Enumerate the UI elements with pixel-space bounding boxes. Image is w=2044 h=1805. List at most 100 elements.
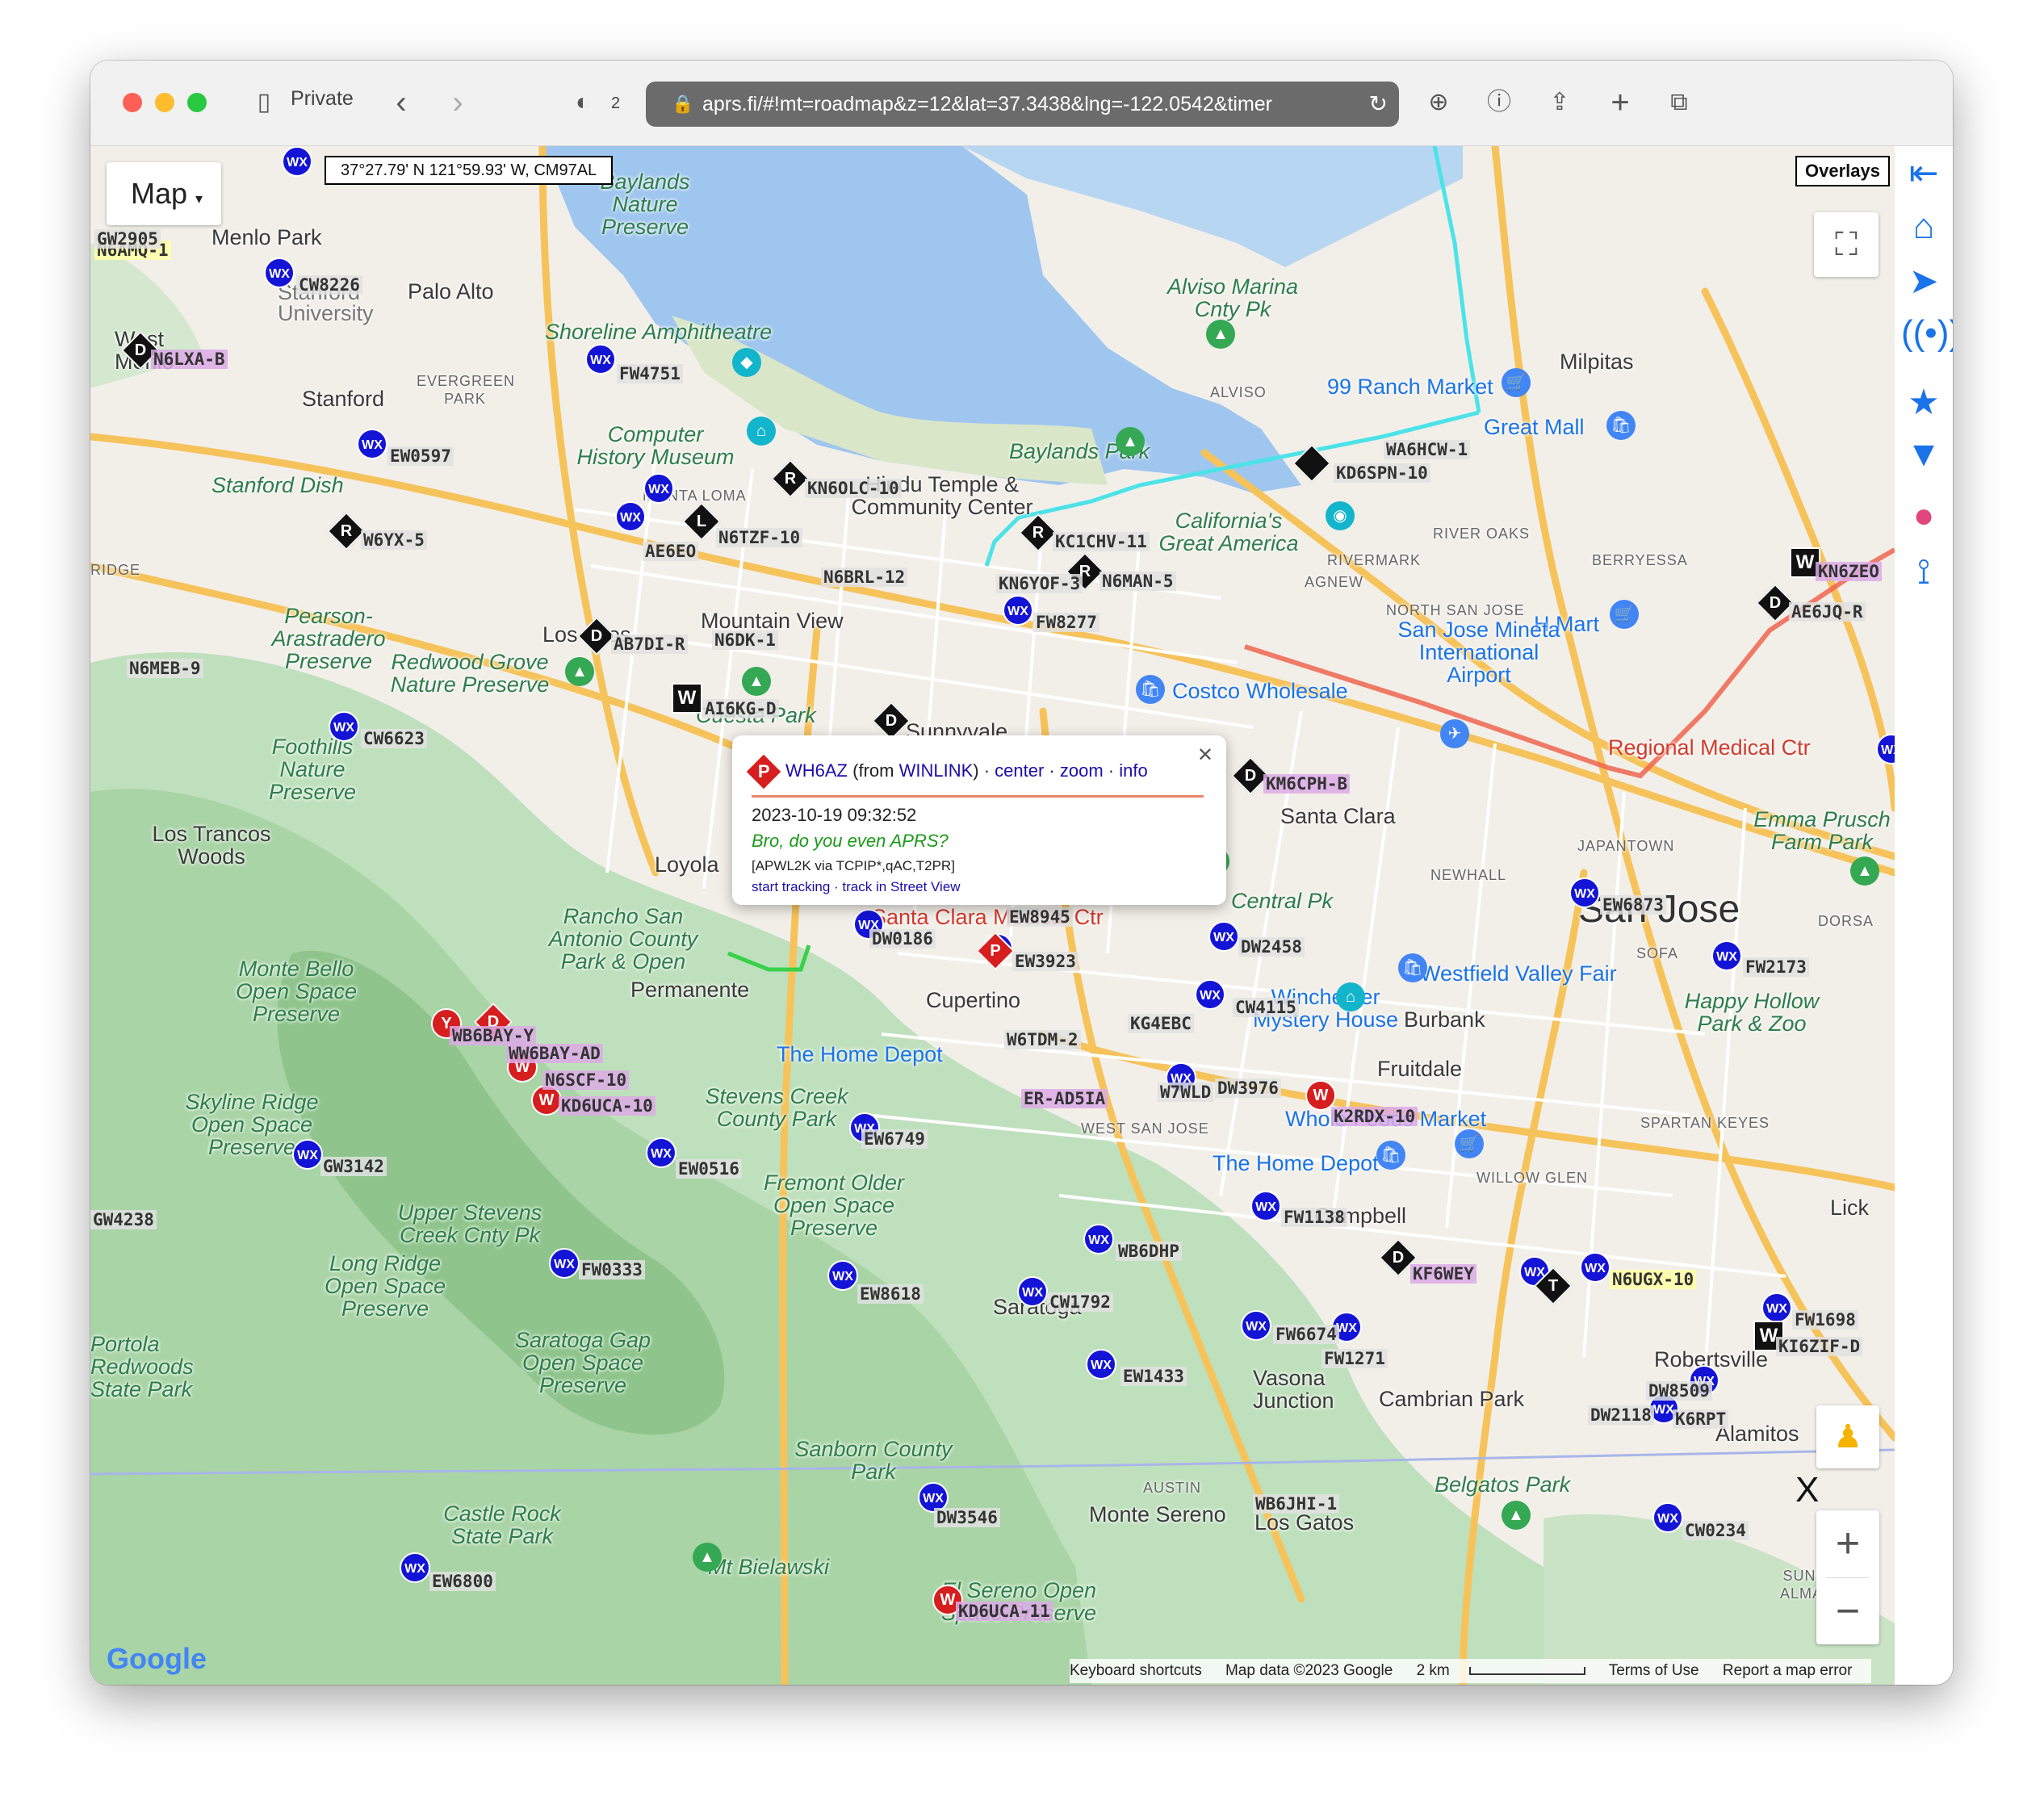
weather-station-icon[interactable]: WX — [1208, 921, 1239, 952]
popup-callsign-link[interactable]: WH6AZ — [785, 760, 848, 781]
station-callsign[interactable]: N6BRL-12 — [821, 567, 908, 587]
weather-station-icon[interactable]: WX — [585, 344, 616, 375]
locate-icon[interactable]: ➤ — [1901, 259, 1946, 304]
station-callsign[interactable]: FW1271 — [1321, 1349, 1388, 1368]
station-callsign[interactable]: FW0333 — [579, 1260, 645, 1279]
museum-icon[interactable]: ◆ — [732, 348, 761, 377]
weather-station-icon[interactable]: WX — [292, 1139, 323, 1170]
station-callsign[interactable]: DW8509 — [1646, 1381, 1712, 1401]
station-callsign[interactable]: FW8277 — [1033, 613, 1099, 632]
park-icon[interactable]: ▲ — [565, 657, 594, 686]
station-callsign[interactable]: FW6674 — [1273, 1325, 1339, 1344]
shopping-icon[interactable]: 🛍 — [1398, 953, 1427, 982]
weather-station-icon[interactable]: WX — [282, 146, 312, 177]
weather-station-icon[interactable]: WX — [643, 473, 674, 504]
station-callsign[interactable]: KD6UCA-11 — [956, 1602, 1053, 1621]
station-callsign[interactable]: EW8945 — [1007, 907, 1073, 927]
zoom-window-button[interactable] — [187, 93, 207, 112]
station-callsign[interactable]: N6SCF-10 — [542, 1070, 630, 1090]
station-callsign[interactable]: EW8618 — [857, 1284, 924, 1304]
park-icon[interactable]: ▲ — [742, 667, 771, 696]
station-callsign[interactable]: N6TZF-10 — [716, 528, 803, 547]
station-callsign[interactable]: KC1CHV-11 — [1053, 532, 1150, 551]
station-callsign[interactable]: KD6SPN-10 — [1334, 463, 1430, 483]
sidebar-toggle-icon[interactable]: ▯ — [248, 85, 280, 120]
weather-station-icon[interactable]: WX — [264, 258, 295, 288]
station-callsign[interactable]: AE6EO — [643, 542, 699, 561]
weather-station-icon[interactable]: WX — [1761, 1292, 1792, 1323]
weather-station-icon[interactable]: WX — [1086, 1349, 1116, 1380]
map-type-selector[interactable]: Map ▾ — [107, 162, 221, 225]
station-callsign[interactable]: N6LXA-B — [151, 350, 228, 369]
park-icon[interactable]: ▲ — [1502, 1501, 1531, 1530]
keyboard-shortcuts-link[interactable]: Keyboard shortcuts — [1070, 1662, 1202, 1679]
station-callsign[interactable]: CW0234 — [1682, 1521, 1749, 1540]
weather-station-icon[interactable]: WX — [549, 1248, 580, 1279]
station-callsign[interactable]: DW3976 — [1215, 1078, 1281, 1098]
address-bar[interactable]: 🔒 aprs.fi/#!mt=roadmap&z=12&lat=37.3438&… — [646, 82, 1399, 127]
weather-station-icon[interactable]: WX — [827, 1260, 858, 1291]
station-callsign[interactable]: WW6BAY-AD — [506, 1044, 603, 1063]
home-icon[interactable]: ⌂ — [1901, 204, 1946, 249]
station-callsign[interactable]: EW1433 — [1120, 1367, 1187, 1386]
station-callsign[interactable]: K6RPT — [1673, 1409, 1729, 1429]
weather-station-icon[interactable]: WX — [646, 1137, 676, 1168]
station-callsign[interactable]: K2RDX-10 — [1331, 1107, 1418, 1126]
station-callsign[interactable]: EW6749 — [861, 1129, 928, 1149]
tab-overview-icon[interactable]: ⧉ — [1663, 85, 1695, 120]
station-callsign[interactable]: KG4EBC — [1128, 1014, 1194, 1033]
overlays-button[interactable]: Overlays — [1795, 156, 1890, 186]
reload-icon[interactable]: ↻ — [1369, 82, 1388, 127]
museum-icon[interactable]: ⌂ — [747, 417, 776, 446]
back-icon[interactable]: ‹ — [389, 85, 413, 120]
park-icon[interactable]: ▲ — [1850, 856, 1879, 886]
station-callsign[interactable]: WA6HCW-1 — [1384, 440, 1471, 459]
back-arrow-icon[interactable]: ⇤ — [1901, 151, 1946, 196]
park-icon[interactable]: ▲ — [693, 1543, 722, 1572]
map-canvas[interactable]: Menlo Park Palo Alto Stanford Stanford U… — [90, 146, 1953, 1685]
weather-station-icon[interactable]: WX — [1711, 940, 1742, 971]
station-callsign[interactable]: AE6JQ-R — [1789, 602, 1866, 622]
forward-icon[interactable]: › — [446, 85, 470, 120]
station-callsign[interactable]: W6YX-5 — [361, 530, 427, 550]
station-callsign[interactable]: CW4115 — [1233, 998, 1299, 1017]
weather-station-icon[interactable]: WX — [1083, 1224, 1114, 1254]
station-callsign[interactable]: FW4751 — [617, 364, 683, 383]
station-callsign[interactable]: KD6UCA-10 — [559, 1096, 656, 1116]
weather-station-icon[interactable]: WX — [1195, 979, 1225, 1010]
station-callsign[interactable]: EW0516 — [676, 1159, 742, 1179]
station-callsign[interactable]: KN6OLC-10 — [805, 479, 902, 498]
street-view-track-link[interactable]: track in Street View — [842, 879, 960, 894]
park-icon[interactable]: ▲ — [1116, 427, 1145, 456]
station-callsign[interactable]: W7WLD — [1158, 1083, 1214, 1102]
share-icon[interactable]: ⇪ — [1543, 85, 1576, 120]
popup-via-link[interactable]: WINLINK — [899, 760, 974, 781]
close-icon[interactable]: X — [1795, 1470, 1819, 1510]
zoom-out-button[interactable]: − — [1816, 1578, 1879, 1645]
station-callsign[interactable]: N6UGX-10 — [1610, 1270, 1697, 1289]
station-callsign[interactable]: EW0597 — [387, 446, 454, 466]
antenna-icon[interactable]: ((•)) — [1901, 311, 1953, 356]
start-tracking-link[interactable]: start tracking — [752, 879, 830, 894]
weather-station-icon[interactable]: WX — [1003, 595, 1033, 626]
station-callsign[interactable]: KI6ZIF-D — [1776, 1337, 1863, 1356]
download-icon[interactable]: ⊕ — [1422, 85, 1455, 120]
filter-icon[interactable]: ▼ — [1901, 432, 1946, 477]
station-callsign[interactable]: W6TDM-2 — [1004, 1030, 1081, 1049]
station-callsign[interactable]: ER-AD5IA — [1021, 1089, 1108, 1108]
museum-icon[interactable]: ◉ — [1326, 501, 1355, 530]
station-callsign[interactable]: KM6CPH-B — [1263, 774, 1351, 794]
popup-zoom-link[interactable]: zoom — [1060, 760, 1104, 781]
shield-icon[interactable]: ◐ — [571, 85, 595, 120]
station-callsign[interactable]: WB6BAY-Y — [450, 1026, 537, 1045]
airport-icon[interactable]: ✈ — [1440, 719, 1469, 748]
theme-icon[interactable]: ● — [1901, 493, 1946, 538]
new-tab-icon[interactable]: + — [1604, 85, 1636, 120]
station-callsign[interactable]: GW3142 — [320, 1157, 387, 1176]
weather-station-icon[interactable]: WX — [357, 429, 387, 459]
station-callsign[interactable]: FW1698 — [1792, 1310, 1858, 1330]
station-callsign[interactable]: N6MAN-5 — [1099, 572, 1176, 591]
station-callsign[interactable]: GW2905 — [94, 229, 161, 249]
station-callsign[interactable]: EW6800 — [429, 1572, 496, 1591]
weather-station-icon[interactable]: WX — [1250, 1191, 1281, 1221]
